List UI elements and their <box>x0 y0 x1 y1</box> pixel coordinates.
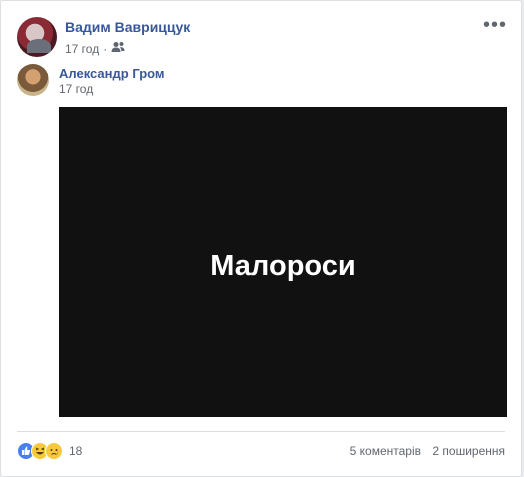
author-avatar[interactable] <box>17 17 57 57</box>
reaction-count[interactable]: 18 <box>69 444 82 458</box>
post-author-name[interactable]: Вадим Вавриццук <box>65 19 190 35</box>
footer-divider <box>17 431 505 432</box>
shared-author-name[interactable]: Александр Гром <box>59 66 165 81</box>
friends-icon[interactable] <box>111 41 125 56</box>
shared-author-avatar[interactable] <box>17 64 49 96</box>
reactions-summary[interactable]: 18 <box>17 442 82 460</box>
post-meta: 17 год · <box>65 41 125 56</box>
image-caption-text: Малороси <box>210 249 356 282</box>
more-options-icon[interactable]: ••• <box>483 15 507 35</box>
comments-count-link[interactable]: 5 коментарів <box>350 444 421 458</box>
post-card: Вадим Вавриццук 17 год · ••• Александр Г… <box>0 0 522 477</box>
meta-separator: · <box>103 41 108 56</box>
shares-count-link[interactable]: 2 поширення <box>432 444 505 458</box>
sad-icon <box>45 442 63 460</box>
shared-image[interactable]: Малороси <box>59 107 507 417</box>
shared-timestamp[interactable]: 17 год <box>59 82 93 96</box>
post-timestamp[interactable]: 17 год <box>65 42 99 56</box>
